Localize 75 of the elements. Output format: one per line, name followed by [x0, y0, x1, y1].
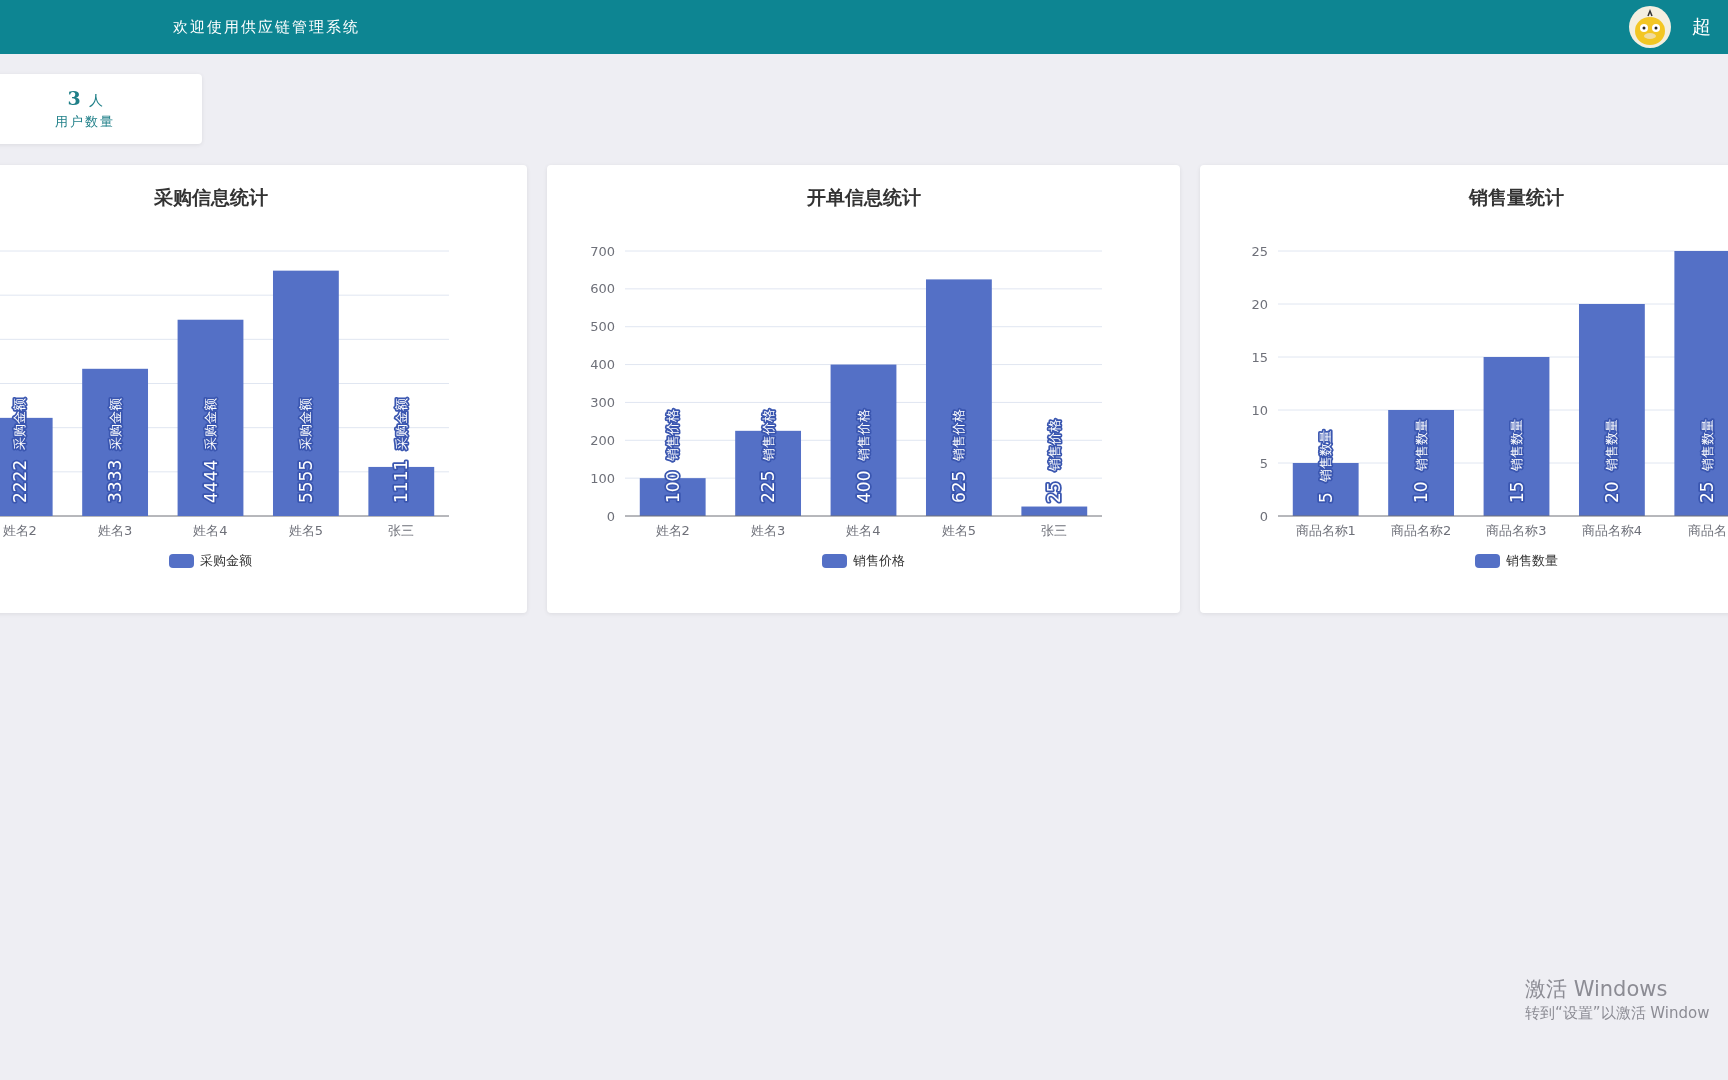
data-label-caption: 销售价格: [856, 408, 871, 461]
y-axis-label: 500: [590, 319, 615, 335]
x-axis-label: 商品名称1: [1295, 522, 1356, 538]
legend-label[interactable]: 采购金额: [200, 553, 252, 569]
data-label-caption: 销售价格: [951, 408, 967, 461]
data-label-caption: 销售价格: [665, 408, 681, 461]
chart-title: 销售量统计: [1469, 185, 1564, 209]
activation-notice-hint: 转到“设置”以激活 Window: [1525, 1003, 1710, 1023]
data-label: 25: [1044, 481, 1065, 503]
data-label-caption: 销售数量: [1699, 419, 1715, 472]
x-axis-label: 姓名4: [193, 522, 228, 538]
data-label: 5: [1315, 492, 1336, 503]
data-label-caption: 采购金额: [203, 397, 218, 450]
y-axis-label: 200: [590, 432, 615, 448]
x-axis-label: 张三: [1041, 522, 1068, 538]
data-label: 4444: [200, 459, 221, 503]
data-label-caption: 销售数量: [1604, 419, 1620, 472]
y-axis-label: 400: [590, 357, 615, 373]
data-label-caption: 销售数量: [1318, 430, 1334, 483]
data-label: 25: [1697, 481, 1718, 503]
x-axis-label: 姓名3: [750, 522, 786, 538]
legend-swatch-icon[interactable]: [169, 554, 194, 568]
data-label-caption: 销售价格: [1046, 419, 1062, 472]
x-axis-label: 商品名称2: [1390, 522, 1452, 538]
user-name[interactable]: 超: [1692, 14, 1711, 40]
legend-swatch-icon[interactable]: [1475, 554, 1500, 568]
data-label: 20: [1601, 481, 1622, 503]
y-axis-label: 600: [590, 281, 615, 297]
x-axis-label: 商品名: [1687, 522, 1727, 538]
x-axis-label: 姓名5: [288, 522, 324, 538]
y-axis-label: 15: [1251, 349, 1268, 365]
activation-notice-title: 激活 Windows: [1525, 976, 1668, 1003]
data-label: 400: [853, 470, 874, 503]
data-label: 625: [948, 470, 969, 503]
y-axis-label: 5: [1259, 455, 1268, 471]
chart-title: 开单信息统计: [806, 185, 921, 209]
x-axis-label: 姓名2: [655, 522, 690, 538]
data-label: 5555: [295, 459, 316, 503]
legend-label[interactable]: 销售数量: [1506, 553, 1558, 569]
y-axis-label: 20: [1251, 296, 1268, 312]
data-label: 15: [1506, 481, 1527, 503]
data-label-caption: 采购金额: [298, 397, 314, 450]
y-axis-label: 0: [606, 508, 615, 524]
app-title: 欢迎使用供应链管理系统: [173, 17, 360, 37]
x-axis-label: 商品名称3: [1486, 522, 1547, 538]
y-axis-label: 700: [590, 243, 615, 259]
data-label-caption: 采购金额: [393, 397, 409, 450]
data-label: 225: [758, 470, 779, 503]
data-label-caption: 销售数量: [1509, 419, 1524, 472]
data-label: 10: [1411, 481, 1432, 503]
x-axis-label: 姓名2: [2, 522, 37, 538]
y-axis-label: 100: [590, 470, 615, 486]
cartoon-avatar-icon[interactable]: [1629, 6, 1671, 48]
chart-title: 采购信息统计: [153, 185, 268, 209]
y-axis-label: 0: [1259, 508, 1268, 524]
y-axis-label: 10: [1251, 402, 1268, 418]
data-label-caption: 采购金额: [12, 397, 28, 450]
stat-label: 用户数量: [55, 113, 115, 131]
legend-label[interactable]: 销售价格: [853, 553, 905, 569]
data-label-caption: 销售数量: [1413, 419, 1429, 472]
x-axis-label: 姓名4: [846, 522, 881, 538]
data-label: 3333: [105, 459, 126, 503]
legend-swatch-icon[interactable]: [822, 554, 847, 568]
stat-value: 3: [67, 86, 81, 111]
data-label: 100: [662, 470, 683, 503]
data-label-caption: 采购金额: [107, 397, 123, 450]
x-axis-label: 姓名5: [941, 522, 977, 538]
data-label: 2222: [9, 459, 30, 503]
y-axis-label: 300: [590, 394, 615, 410]
data-label-caption: 销售价格: [760, 408, 776, 461]
x-axis-label: 商品名称4: [1581, 522, 1643, 538]
stat-unit: 人: [88, 91, 103, 110]
y-axis-label: 25: [1251, 243, 1268, 259]
x-axis-label: 张三: [388, 522, 415, 538]
x-axis-label: 姓名3: [97, 522, 133, 538]
